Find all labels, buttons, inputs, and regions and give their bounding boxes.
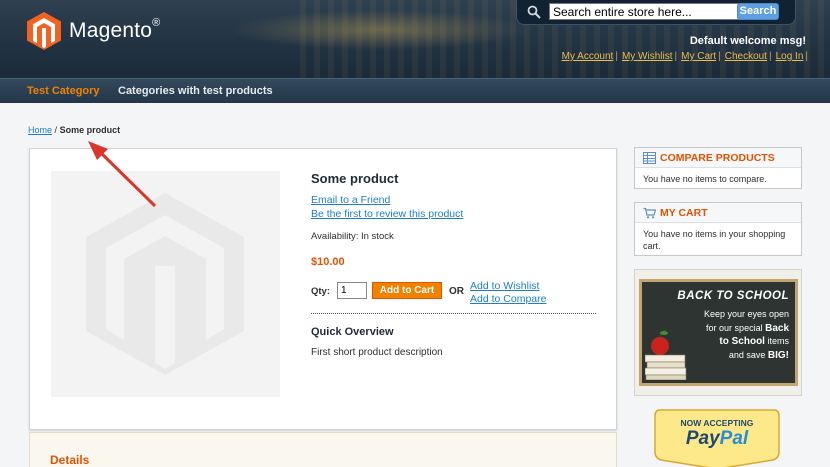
my-cart-link[interactable]: My Cart <box>681 51 716 62</box>
product-view: Some product Email to a Friend Be the fi… <box>29 148 617 430</box>
shopping-cart-icon <box>643 207 656 219</box>
header: Magento® Search Default welcome msg! My … <box>0 0 830 78</box>
nav-item-categories-with-test-products[interactable]: Categories with test products <box>118 85 273 97</box>
search-icon <box>527 5 541 19</box>
breadcrumb-home-link[interactable]: Home <box>28 125 52 135</box>
compare-products-title: COMPARE PRODUCTS <box>660 152 775 164</box>
nav-item-test-category[interactable]: Test Category <box>27 85 100 97</box>
product-details: Details <box>29 432 617 467</box>
product-image[interactable] <box>51 171 280 397</box>
or-label: OR <box>449 286 464 297</box>
add-to-cart-row: Qty: Add to Cart OR Add to Wishlist Add … <box>311 280 596 310</box>
my-cart-block: MY CART You have no items in your shoppi… <box>634 202 802 256</box>
link-separator: | <box>674 51 678 62</box>
write-review-link[interactable]: Be the first to review this product <box>311 207 596 221</box>
product-name: Some product <box>311 171 399 186</box>
back-to-school-banner[interactable]: BACK TO SCHOOL Keep your eyes open for o… <box>634 269 802 396</box>
my-account-link[interactable]: My Account <box>562 51 614 62</box>
log-in-link[interactable]: Log In <box>776 51 804 62</box>
breadcrumb: Home / Some product <box>28 125 120 135</box>
logo[interactable]: Magento® <box>27 12 160 50</box>
main-navigation: Test Category Categories with test produ… <box>0 78 830 103</box>
add-to-cart-button[interactable]: Add to Cart <box>372 282 442 299</box>
welcome-message: Default welcome msg! <box>689 35 806 47</box>
compare-table-icon <box>643 152 656 164</box>
link-separator: | <box>718 51 721 62</box>
my-cart-text: You have no items in your shopping cart. <box>643 229 786 251</box>
my-wishlist-link[interactable]: My Wishlist <box>622 51 673 62</box>
my-cart-title: MY CART <box>660 207 708 219</box>
compare-products-header: COMPARE PRODUCTS <box>635 148 801 168</box>
magento-placeholder-icon <box>86 193 244 375</box>
compare-products-text: You have no items to compare. <box>643 174 767 184</box>
banner-title: BACK TO SCHOOL <box>677 290 789 302</box>
details-title: Details <box>50 453 90 467</box>
compare-products-block: COMPARE PRODUCTS You have no items to co… <box>634 147 802 189</box>
quick-overview-text: First short product description <box>311 347 443 358</box>
paypal-badge[interactable]: NOW ACCEPTING PayPal <box>652 408 782 467</box>
link-separator: | <box>805 51 808 62</box>
divider <box>311 313 596 314</box>
chalkboard: BACK TO SCHOOL Keep your eyes open for o… <box>639 279 798 386</box>
quick-overview-title: Quick Overview <box>311 326 394 338</box>
search-input[interactable] <box>549 3 749 20</box>
checkout-link[interactable]: Checkout <box>725 51 767 62</box>
product-info: Some product Email to a Friend Be the fi… <box>311 171 596 358</box>
qty-input[interactable] <box>337 282 367 299</box>
paypal-logo: PayPal <box>685 428 749 449</box>
qty-label: Qty: <box>311 286 330 297</box>
availability: Availability: In stock <box>311 231 394 242</box>
link-separator: | <box>615 51 618 62</box>
paypal-now-accepting: NOW ACCEPTING <box>680 418 754 428</box>
breadcrumb-current: Some product <box>59 125 121 135</box>
email-to-friend-link[interactable]: Email to a Friend <box>311 193 596 207</box>
breadcrumb-separator: / <box>54 125 58 135</box>
quick-links: My Account | My Wishlist | My Cart | Checko… <box>558 51 808 62</box>
magento-logo-icon <box>27 12 61 50</box>
add-to-compare-link[interactable]: Add to Compare <box>470 293 546 306</box>
search-button[interactable]: Search <box>737 3 779 20</box>
search-form: Search <box>516 0 796 25</box>
header-glow <box>230 10 530 50</box>
logo-text: Magento® <box>69 17 161 42</box>
my-cart-header: MY CART <box>635 203 801 223</box>
add-to-wishlist-link[interactable]: Add to Wishlist <box>470 280 546 293</box>
add-links: Add to Wishlist Add to Compare <box>470 280 546 306</box>
product-price: $10.00 <box>311 256 345 268</box>
link-separator: | <box>768 51 772 62</box>
banner-text: Keep your eyes open for our special Back… <box>703 309 789 361</box>
